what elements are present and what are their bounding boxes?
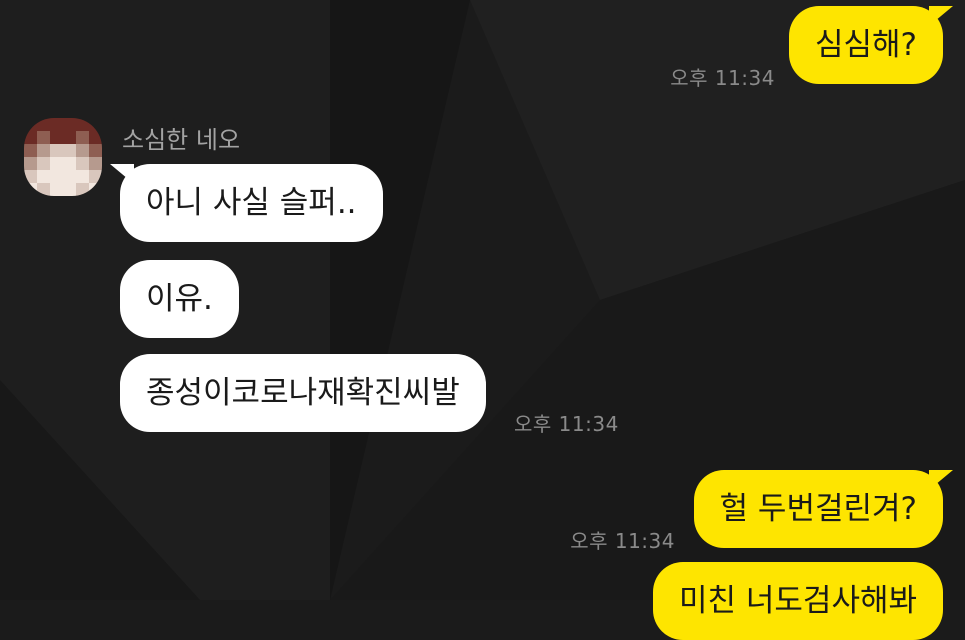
chat-room: 심심해? 오후 11:34 소심한 네오 아니 사실 슬퍼.. 이유. 종성이코… [0,0,965,640]
avatar-pixel [50,144,63,157]
message-text: 미친 너도검사해봐 [678,582,917,619]
avatar-pixel [37,131,50,144]
message-time: 오후 11:34 [514,412,619,436]
avatar-pixel [24,170,37,183]
avatar-pixel [24,131,37,144]
message-text: 심심해? [814,26,917,63]
message-text: 이유. [146,280,213,317]
message-text: 종성이코로나재확진씨발 [146,374,460,411]
avatar-pixel [50,170,63,183]
avatar-pixel [63,183,76,196]
avatar-pixel [76,183,89,196]
message-bubble-outgoing[interactable]: 심심해? [788,6,954,84]
avatar-pixel [24,118,37,131]
avatar-pixel [63,170,76,183]
avatar-pixel [50,183,63,196]
avatar-pixel [76,131,89,144]
avatar-pixel [89,131,102,144]
avatar-pixel [89,144,102,157]
avatar-pixel [24,183,37,196]
message-text: 헐 두번걸린겨? [719,490,917,527]
message-bubble-outgoing[interactable]: 미친 너도검사해봐 [652,562,943,640]
avatar-pixel [89,183,102,196]
avatar-pixel [37,157,50,170]
avatar-pixel [63,118,76,131]
message-text: 아니 사실 슬퍼.. [146,184,357,221]
message-bubble-incoming[interactable]: 아니 사실 슬퍼.. [110,164,383,242]
avatar-pixel [24,157,37,170]
avatar-pixel [63,131,76,144]
avatar-pixel [50,157,63,170]
avatar[interactable] [24,118,102,196]
avatar-pixel [24,144,37,157]
message-bubble-incoming[interactable]: 종성이코로나재확진씨발 [120,354,486,432]
message-time: 오후 11:34 [670,66,775,90]
avatar-pixel [76,118,89,131]
avatar-pixel [89,118,102,131]
avatar-pixel [89,157,102,170]
avatar-pixel [37,118,50,131]
avatar-pixel [76,170,89,183]
avatar-pixel [37,183,50,196]
avatar-pixel [50,118,63,131]
message-bubble-incoming[interactable]: 이유. [120,260,239,338]
avatar-pixel [63,144,76,157]
avatar-pixel [89,170,102,183]
avatar-pixel [50,131,63,144]
avatar-pixel [37,144,50,157]
message-bubble-outgoing[interactable]: 헐 두번걸린겨? [693,470,954,548]
message-time: 오후 11:34 [570,529,675,553]
avatar-pixel [37,170,50,183]
avatar-pixel [63,157,76,170]
avatar-pixel [76,144,89,157]
sender-name[interactable]: 소심한 네오 [122,120,240,155]
avatar-pixel [76,157,89,170]
